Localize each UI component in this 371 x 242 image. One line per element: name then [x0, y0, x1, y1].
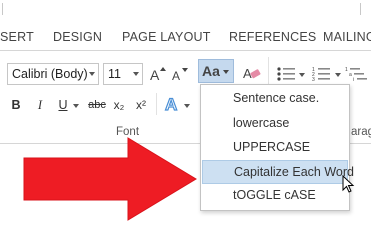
svg-text:i: i — [353, 77, 354, 83]
multilevel-list-icon[interactable]: 1 a i — [345, 65, 371, 83]
tab-design[interactable]: DESIGN — [53, 30, 102, 44]
tab-references[interactable]: REFERENCES — [229, 30, 316, 44]
svg-text:A: A — [165, 95, 177, 114]
font-name-value: Calibri (Body) — [12, 67, 88, 81]
grow-shrink-font-icons[interactable]: A A — [148, 65, 192, 85]
underline-button[interactable]: U — [57, 95, 69, 115]
subscript-button[interactable]: x₂ — [111, 95, 127, 115]
menu-item-toggle-case[interactable]: tOGGLE cASE — [202, 184, 348, 208]
numbering-icon[interactable]: 1 2 3 — [312, 65, 342, 83]
menu-item-label: UPPERCASE — [233, 140, 311, 154]
tab-insert[interactable]: SERT — [0, 30, 34, 44]
title-bar — [0, 0, 371, 24]
change-case-menu: Sentence case. lowercase UPPERCASE Capit… — [200, 84, 354, 211]
font-group-label: Font — [116, 126, 140, 138]
menu-item-label: tOGGLE cASE — [233, 188, 316, 202]
svg-text:A: A — [172, 69, 180, 83]
bullets-icon[interactable] — [276, 65, 306, 83]
svg-text:a: a — [349, 72, 352, 78]
chevron-down-icon — [223, 70, 229, 74]
menu-item-label: Capitalize Each Word — [234, 165, 354, 179]
font-name-combo[interactable]: Calibri (Body) — [7, 63, 99, 85]
svg-text:3: 3 — [312, 77, 315, 83]
menu-item-capitalize-each-word[interactable]: Capitalize Each Word — [202, 160, 354, 184]
superscript-button[interactable]: x² — [133, 95, 149, 115]
strikethrough-button[interactable]: abc — [86, 95, 108, 115]
title-bar-divider — [360, 3, 361, 15]
chevron-down-icon[interactable] — [89, 72, 95, 76]
svg-text:A: A — [150, 67, 160, 83]
svg-text:1: 1 — [345, 67, 348, 73]
font-size-combo[interactable]: 11 — [103, 63, 143, 85]
menu-item-label: lowercase — [233, 116, 290, 130]
italic-button[interactable]: I — [34, 95, 46, 115]
chevron-down-icon[interactable] — [133, 72, 139, 76]
button-separator — [156, 93, 157, 115]
change-case-label: Aa — [202, 63, 220, 79]
menu-item-uppercase[interactable]: UPPERCASE — [202, 136, 348, 160]
menu-item-label: Sentence case. — [233, 91, 320, 105]
ribbon-tabs: SERT DESIGN PAGE LAYOUT REFERENCES MAILI… — [0, 24, 371, 50]
change-case-button[interactable]: Aa — [198, 59, 234, 83]
menu-item-sentence-case[interactable]: Sentence case. — [202, 87, 348, 111]
title-bar-divider — [2, 3, 3, 15]
text-effects-icon[interactable]: A — [163, 94, 193, 116]
menu-item-lowercase[interactable]: lowercase — [202, 112, 348, 136]
chevron-down-icon[interactable] — [72, 103, 80, 109]
clear-formatting-icon[interactable]: A — [243, 65, 263, 83]
tab-mailings[interactable]: MAILING — [323, 30, 371, 44]
tab-page-layout[interactable]: PAGE LAYOUT — [122, 30, 211, 44]
mouse-cursor-icon — [342, 175, 355, 193]
paragraph-group-label: aragr — [351, 126, 371, 138]
bold-button[interactable]: B — [9, 95, 23, 115]
font-size-value: 11 — [108, 67, 121, 81]
